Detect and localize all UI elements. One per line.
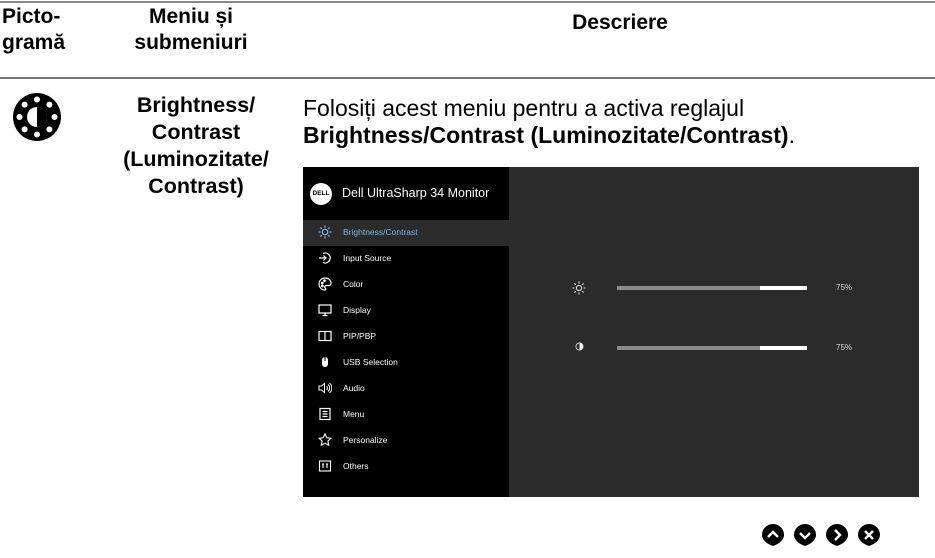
header-picto: Picto-gramă (2, 5, 66, 54)
up-button[interactable] (761, 523, 785, 547)
osd-item-others[interactable]: Others (303, 454, 509, 480)
brightness-icon (572, 281, 586, 295)
right-button[interactable] (825, 523, 849, 547)
osd-item-display[interactable]: Display (303, 298, 509, 324)
dell-logo: DELL (310, 183, 332, 205)
pip-pbp-icon (318, 330, 332, 342)
brightness-slider-track (760, 286, 807, 290)
osd-item-menu[interactable]: Menu (303, 402, 509, 428)
osd-item-label: Menu (343, 409, 365, 419)
header-bottom-rule (0, 77, 935, 79)
osd-title: Dell UltraSharp 34 Monitor (342, 186, 490, 200)
brightness-slider-fill (617, 286, 760, 290)
header-top-rule (0, 1, 935, 3)
osd-item-brightness-contrast[interactable]: Brightness/Contrast (303, 220, 509, 246)
star-icon (318, 433, 332, 447)
osd-item-label: Brightness/Contrast (343, 227, 418, 237)
description-bold-line: Brightness/Contrast (Luminozitate/Contra… (303, 122, 795, 148)
osd-item-label: Color (343, 279, 364, 289)
header-menu: Meniu și submeniuri (134, 5, 248, 54)
down-button[interactable] (793, 523, 817, 547)
osd-item-pip-pbp[interactable]: PIP/PBP (303, 324, 509, 350)
contrast-icon (575, 342, 584, 351)
osd-screenshot: DELL Dell UltraSharp 34 Monitor Brightne… (303, 167, 919, 497)
contrast-slider-track (760, 346, 807, 350)
osd-item-input-source[interactable]: Input Source (303, 246, 509, 272)
sun-icon (318, 225, 332, 239)
header-description: Descriere (572, 11, 668, 34)
osd-item-label: Personalize (343, 435, 388, 445)
osd-title-bar: DELL Dell UltraSharp 34 Monitor (303, 167, 509, 220)
close-button[interactable] (857, 523, 881, 547)
contrast-slider[interactable] (617, 346, 807, 350)
menu-list-icon (319, 407, 331, 421)
usb-mouse-icon (322, 357, 328, 367)
osd-item-label: Display (343, 305, 371, 315)
color-palette-icon (318, 277, 332, 291)
others-icon (318, 460, 332, 472)
osd-item-color[interactable]: Color (303, 272, 509, 298)
brightness-slider[interactable] (617, 286, 807, 290)
osd-item-usb-selection[interactable]: USB Selection (303, 350, 509, 376)
description-line: Folosiți acest meniu pentru a activa reg… (303, 95, 745, 121)
osd-item-audio[interactable]: Audio (303, 376, 509, 402)
osd-item-label: USB Selection (343, 357, 398, 367)
osd-item-label: Input Source (343, 253, 392, 263)
contrast-value: 75% (836, 343, 853, 352)
osd-item-label: Others (343, 461, 369, 471)
osd-item-label: PIP/PBP (343, 331, 377, 341)
osd-menu-panel: DELL Dell UltraSharp 34 Monitor Brightne… (303, 167, 509, 497)
osd-item-personalize[interactable]: Personalize (303, 428, 509, 454)
speaker-icon (318, 382, 332, 394)
osd-item-label: Audio (343, 383, 365, 393)
menu-name: Brightness/Contrast (Luminozitate/Contras… (123, 93, 269, 198)
brightness-contrast-icon (13, 93, 61, 141)
input-source-icon (319, 252, 331, 264)
brightness-value: 75% (836, 283, 853, 292)
contrast-slider-fill (617, 346, 760, 350)
display-icon (318, 304, 332, 317)
